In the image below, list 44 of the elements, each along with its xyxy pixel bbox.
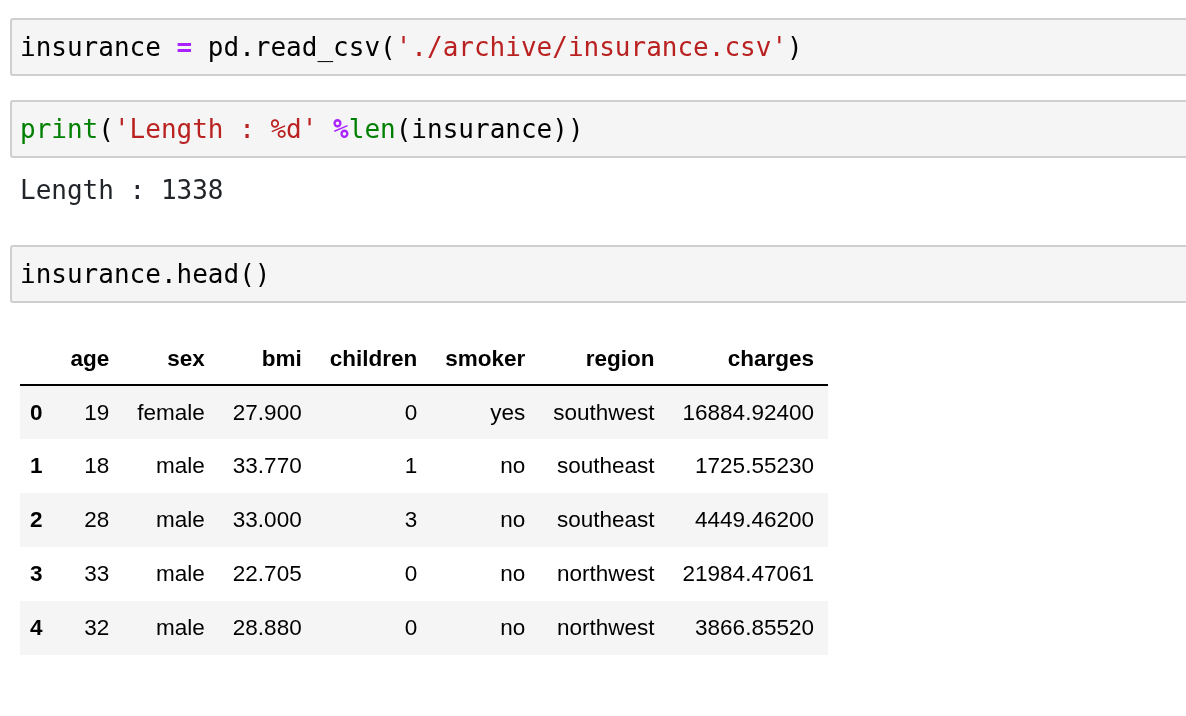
table-cell: 19: [56, 385, 124, 439]
table-cell: no: [431, 493, 540, 547]
row-index: 2: [20, 493, 57, 547]
row-index: 4: [20, 601, 57, 655]
code-cell[interactable]: print('Length : %d' %len(insurance)): [10, 100, 1186, 158]
table-cell: 16884.92400: [668, 385, 828, 439]
table-cell: 4449.46200: [668, 493, 828, 547]
table-cell: no: [431, 547, 540, 601]
table-cell: 32: [56, 601, 124, 655]
table-cell: 1725.55230: [668, 439, 828, 493]
table-cell: 33: [56, 547, 124, 601]
row-index: 3: [20, 547, 57, 601]
table-cell: 3866.85520: [668, 601, 828, 655]
table-cell: yes: [431, 385, 540, 439]
table-cell: 18: [56, 439, 124, 493]
table-cell: male: [123, 493, 219, 547]
table-cell: 0: [315, 385, 432, 439]
table-cell: no: [431, 601, 540, 655]
row-index: 1: [20, 439, 57, 493]
table-cell: male: [123, 439, 219, 493]
table-cell: northwest: [539, 547, 669, 601]
table-cell: 27.900: [218, 385, 316, 439]
table-cell: 1: [315, 439, 432, 493]
table-cell: northwest: [539, 601, 669, 655]
code-cell[interactable]: insurance = pd.read_csv('./archive/insurance.csv'): [10, 18, 1186, 76]
table-cell: 33.000: [218, 493, 316, 547]
table-cell: male: [123, 601, 219, 655]
output-text: Length : 1338: [19, 174, 225, 207]
code-cell[interactable]: insurance.head(): [10, 245, 1186, 303]
table-cell: southwest: [539, 385, 669, 439]
table-cell: no: [431, 439, 540, 493]
row-index: 0: [20, 385, 57, 439]
table-cell: 28: [56, 493, 124, 547]
table-cell: 28.880: [218, 601, 316, 655]
table-cell: male: [123, 547, 219, 601]
table-cell: southeast: [539, 439, 669, 493]
table-cell: female: [123, 385, 219, 439]
table-cell: southeast: [539, 493, 669, 547]
table-cell: 3: [315, 493, 432, 547]
table-cell: 33.770: [218, 439, 316, 493]
table-cell: 0: [315, 601, 432, 655]
table-cell: 0: [315, 547, 432, 601]
table-cell: 21984.47061: [668, 547, 828, 601]
table-cell: 22.705: [218, 547, 316, 601]
